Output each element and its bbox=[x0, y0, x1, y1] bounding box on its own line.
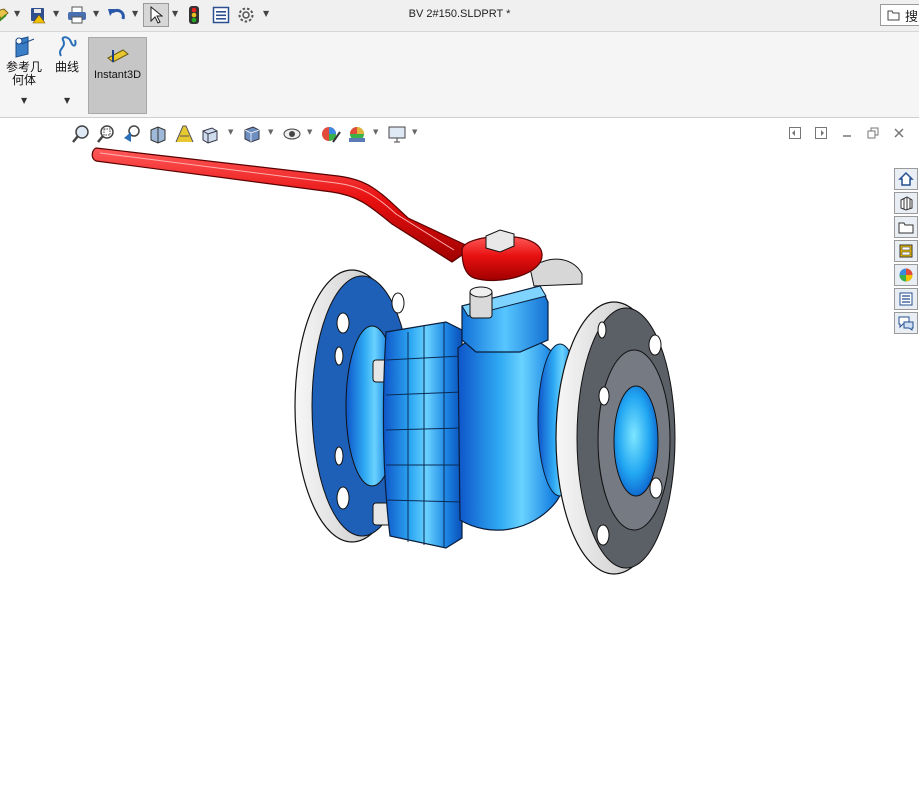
valve-body-left bbox=[382, 321, 463, 549]
reference-geometry-label-line2: 何体 bbox=[11, 73, 36, 87]
lever-handle[interactable] bbox=[91, 147, 543, 282]
reference-geometry-button[interactable]: 参考几 何体 bbox=[3, 36, 45, 87]
instant3d-label: Instant3D bbox=[93, 69, 142, 81]
title-bar: ▼ ▼ ▼ ▼ ▼ ▼ BV 2#150.SLDPRT * 搜 bbox=[0, 0, 919, 32]
chevron-down-icon[interactable]: ▼ bbox=[21, 96, 27, 105]
search-label: 搜 bbox=[905, 9, 919, 25]
folder-icon bbox=[887, 10, 900, 21]
document-title: BV 2#150.SLDPRT * bbox=[408, 8, 511, 20]
valve-bonnet bbox=[461, 285, 549, 353]
command-manager-ribbon: 参考几 何体 ▼ 曲线 ▼ Instant3D bbox=[0, 32, 919, 118]
instant3d-icon bbox=[106, 49, 129, 63]
instant3d-content: Instant3D bbox=[88, 46, 147, 82]
ball-valve-model[interactable] bbox=[0, 118, 919, 801]
curves-icon bbox=[59, 36, 77, 57]
reference-geometry-icon bbox=[15, 36, 35, 58]
right-flange bbox=[555, 301, 676, 575]
search-button[interactable]: 搜 bbox=[880, 4, 919, 26]
chevron-down-icon[interactable]: ▼ bbox=[64, 96, 70, 105]
curves-label: 曲线 bbox=[54, 60, 79, 74]
curves-button[interactable]: 曲线 bbox=[51, 36, 83, 74]
